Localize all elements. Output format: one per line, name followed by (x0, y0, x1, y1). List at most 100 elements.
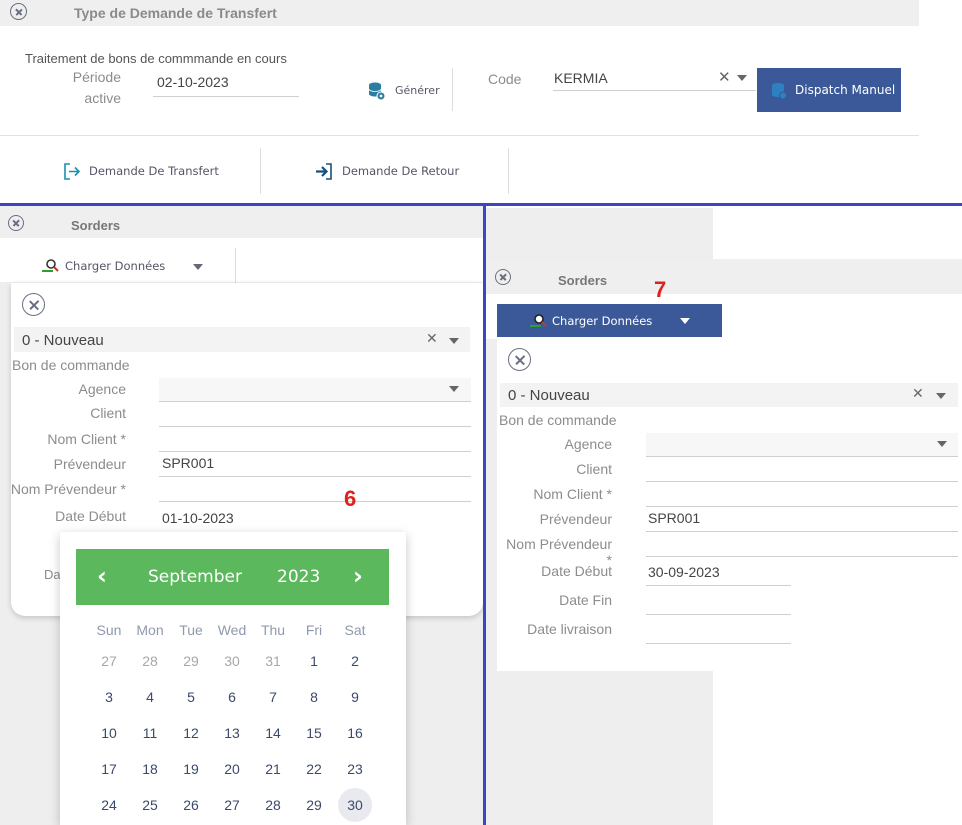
close-left-form-icon[interactable] (22, 293, 45, 316)
code-value: KERMIA (554, 70, 608, 86)
calendar-day[interactable]: 23 (337, 752, 373, 786)
left-agence-caret-icon[interactable] (449, 386, 459, 392)
close-top-panel-icon[interactable] (10, 3, 27, 20)
right-date-debut-line (646, 585, 791, 586)
left-status-caret-icon[interactable] (449, 338, 459, 344)
right-nom-prevendeur-field[interactable] (646, 556, 958, 557)
left-prevendeur-value[interactable]: SPR001 (162, 455, 214, 471)
right-nom-client-field[interactable] (646, 506, 958, 507)
weekday-header: Sun (96, 622, 122, 638)
transfer-request-button[interactable]: Demande De Transfert (62, 160, 252, 184)
weekday-header: Tue (179, 622, 203, 638)
calendar-day[interactable]: 14 (255, 716, 291, 750)
left-nom-prevendeur-field[interactable] (159, 501, 471, 502)
calendar-day[interactable]: 1 (296, 644, 332, 678)
right-date-fin-field[interactable] (646, 614, 791, 615)
calendar-month[interactable]: September (148, 567, 242, 587)
calendar-day[interactable]: 12 (173, 716, 209, 750)
calendar-day[interactable]: 26 (173, 788, 209, 822)
calendar-next-button[interactable]: › (353, 562, 363, 590)
calendar-day[interactable]: 17 (91, 752, 127, 786)
calendar-day[interactable]: 8 (296, 680, 332, 714)
calendar-day[interactable]: 13 (214, 716, 250, 750)
left-bon-label: Bon de commande (12, 357, 130, 373)
calendar-day[interactable]: 28 (132, 644, 168, 678)
left-nom-client-field[interactable] (159, 451, 471, 452)
left-agence-select[interactable] (159, 378, 471, 402)
right-client-field[interactable] (646, 481, 958, 482)
calendar-day[interactable]: 18 (132, 752, 168, 786)
weekday-header: Mon (136, 622, 164, 638)
right-date-livraison-field[interactable] (646, 643, 791, 644)
clear-right-status-icon[interactable]: ✕ (912, 386, 924, 402)
code-dropdown-caret-icon[interactable] (737, 75, 747, 81)
right-prevendeur-line (646, 531, 958, 532)
calendar-day[interactable]: 9 (337, 680, 373, 714)
right-load-data-button[interactable]: Charger Données (497, 304, 722, 337)
close-right-form-icon[interactable] (508, 348, 531, 371)
clear-code-icon[interactable]: ✕ (718, 68, 731, 86)
left-client-field[interactable] (159, 426, 471, 427)
calendar-prev-button[interactable]: ‹ (97, 562, 107, 590)
right-client-label: Client (576, 461, 612, 477)
calendar-day[interactable]: 21 (255, 752, 291, 786)
left-load-data-label: Charger Données (65, 259, 166, 273)
dispatch-manuel-button[interactable]: Dispatch Manuel (757, 68, 901, 112)
right-date-debut-value[interactable]: 30-09-2023 (648, 564, 720, 580)
right-status-select[interactable]: 0 - Nouveau ✕ (500, 383, 958, 407)
calendar-day[interactable]: 22 (296, 752, 332, 786)
left-load-data-button[interactable]: Charger Données (42, 256, 212, 276)
calendar-day-selected[interactable]: 30 (338, 788, 372, 822)
left-toolbar-divider (235, 248, 236, 284)
calendar-year[interactable]: 2023 (277, 567, 320, 587)
generate-label: Générer (395, 84, 440, 97)
calendar-day[interactable]: 3 (91, 680, 127, 714)
generate-button[interactable]: Générer (368, 80, 448, 102)
calendar-day[interactable]: 10 (91, 716, 127, 750)
close-left-sorders-icon[interactable] (8, 215, 24, 231)
calendar-day[interactable]: 27 (214, 788, 250, 822)
close-right-sorders-icon[interactable] (495, 269, 511, 285)
period-label-line1: Période (72, 69, 121, 85)
database-icon (772, 83, 787, 100)
right-nom-client-label: Nom Client * (533, 486, 612, 502)
left-date-debut-value[interactable]: 01-10-2023 (162, 510, 234, 526)
left-load-caret-icon[interactable] (193, 264, 203, 270)
period-input[interactable]: 02-10-2023 (153, 72, 299, 97)
calendar-day[interactable]: 5 (173, 680, 209, 714)
left-status-select[interactable]: 0 - Nouveau ✕ (14, 327, 470, 352)
calendar-day[interactable]: 15 (296, 716, 332, 750)
calendar-day[interactable]: 29 (173, 644, 209, 678)
database-gear-icon (368, 82, 386, 101)
calendar-day[interactable]: 27 (91, 644, 127, 678)
right-date-livraison-label: Date livraison (527, 621, 612, 637)
right-status-caret-icon[interactable] (936, 393, 946, 399)
calendar-day[interactable]: 4 (132, 680, 168, 714)
calendar-day[interactable]: 19 (173, 752, 209, 786)
weekday-header: Fri (305, 622, 323, 638)
calendar-day[interactable]: 20 (214, 752, 250, 786)
clear-left-status-icon[interactable]: ✕ (426, 331, 438, 347)
calendar-day[interactable]: 30 (214, 644, 250, 678)
code-select[interactable]: KERMIA ✕ (553, 68, 756, 91)
calendar-day[interactable]: 28 (255, 788, 291, 822)
calendar-day[interactable]: 6 (214, 680, 250, 714)
bottom-divider-vertical-1 (260, 148, 261, 194)
weekday-header: Wed (217, 622, 247, 638)
right-load-caret-icon[interactable] (680, 318, 690, 324)
right-bon-label: Bon de commande (499, 412, 617, 428)
return-request-button[interactable]: Demande De Retour (315, 160, 495, 184)
calendar-day[interactable]: 11 (132, 716, 168, 750)
right-prevendeur-value[interactable]: SPR001 (648, 510, 700, 526)
dispatch-label: Dispatch Manuel (795, 83, 896, 97)
calendar-day[interactable]: 7 (255, 680, 291, 714)
calendar-day[interactable]: 2 (337, 644, 373, 678)
calendar-day[interactable]: 29 (296, 788, 332, 822)
right-agence-caret-icon[interactable] (937, 441, 947, 447)
right-prevendeur-label: Prévendeur (539, 511, 612, 527)
right-agence-select[interactable] (646, 433, 958, 457)
calendar-day[interactable]: 31 (255, 644, 291, 678)
calendar-day[interactable]: 16 (337, 716, 373, 750)
calendar-day[interactable]: 25 (132, 788, 168, 822)
calendar-day[interactable]: 24 (91, 788, 127, 822)
